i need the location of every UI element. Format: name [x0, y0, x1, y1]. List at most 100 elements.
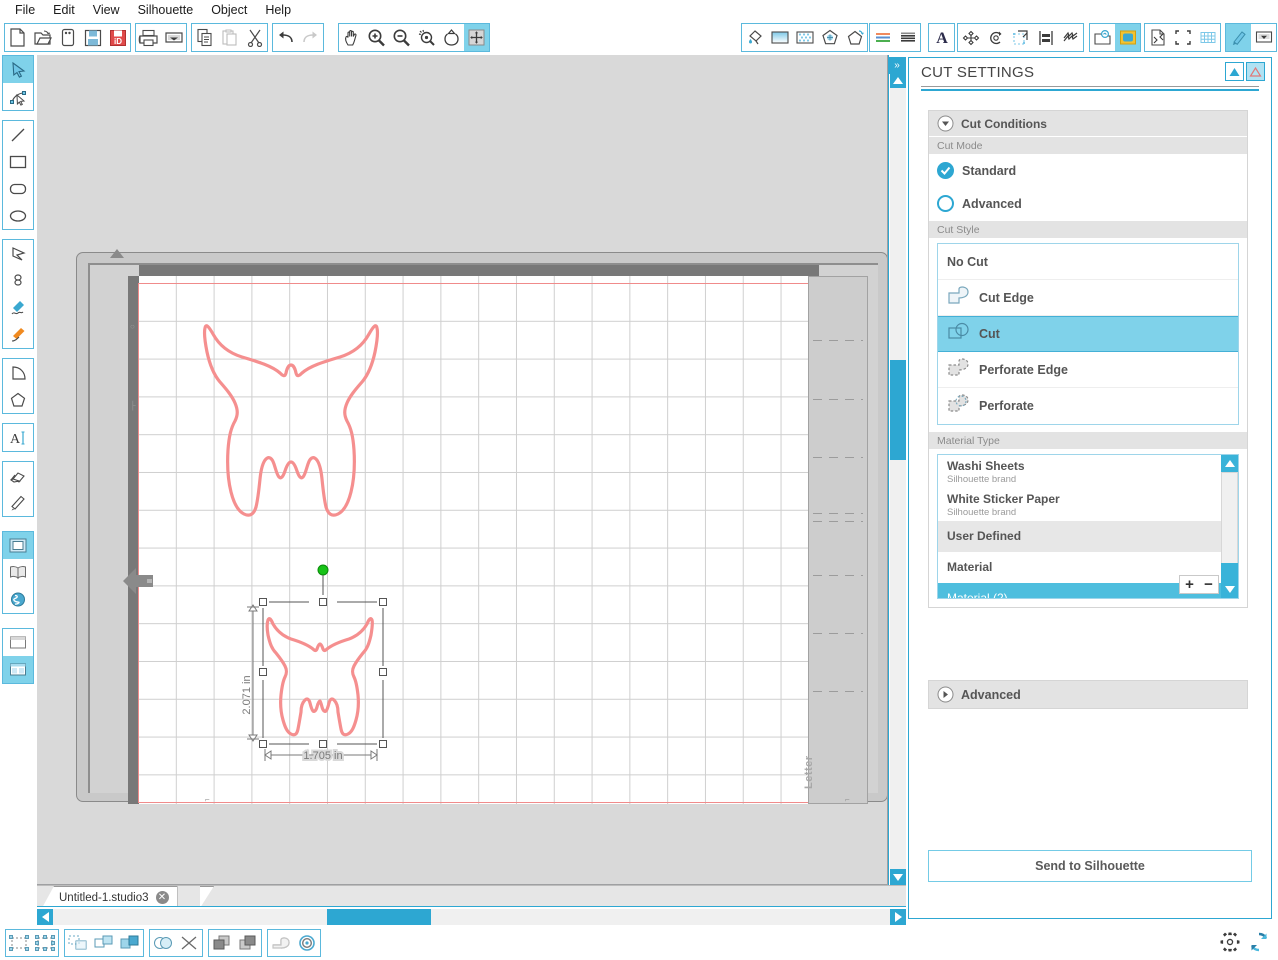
add-material-button[interactable]: + [1180, 576, 1199, 593]
polygon-icon[interactable] [3, 240, 33, 267]
document-tab[interactable]: Untitled-1.studio3 ✕ [42, 886, 178, 908]
replicate-icon[interactable] [1058, 24, 1083, 51]
single-view-icon[interactable] [3, 629, 33, 656]
offset-icon[interactable] [268, 930, 294, 956]
vscroll-thumb[interactable] [890, 360, 906, 460]
rectangle-icon[interactable] [3, 148, 33, 175]
eraser-icon[interactable] [3, 462, 33, 489]
cut-style-cut-edge[interactable]: Cut Edge [938, 280, 1238, 316]
gear-icon[interactable] [1219, 931, 1241, 958]
menu-item-object[interactable]: Object [202, 1, 256, 19]
advanced-section-header[interactable]: Advanced [928, 680, 1248, 709]
material-item-user-defined[interactable]: User Defined [938, 521, 1221, 552]
line-color-icon[interactable] [817, 24, 842, 51]
edit-points-icon[interactable] [3, 83, 33, 110]
hscroll-right-arrow[interactable] [890, 909, 906, 925]
pan-hand-icon[interactable] [339, 24, 364, 51]
curve-icon[interactable] [3, 267, 33, 294]
line-icon[interactable] [3, 121, 33, 148]
cut-style-cut[interactable]: Cut [938, 316, 1238, 352]
group-icon[interactable] [6, 930, 32, 956]
material-scroll-down-arrow[interactable] [1221, 581, 1238, 598]
text-style-icon[interactable]: A [929, 24, 954, 51]
hscroll-track[interactable] [53, 909, 890, 925]
print-icon[interactable] [136, 24, 161, 51]
grid-icon[interactable] [1195, 24, 1220, 51]
library-book-icon[interactable] [3, 559, 33, 586]
weld-icon[interactable] [150, 930, 176, 956]
ellipse-icon[interactable] [3, 202, 33, 229]
fit-to-page-icon[interactable] [439, 24, 464, 51]
make-compound-path-icon[interactable] [65, 930, 91, 956]
material-scroll-thumb[interactable] [1221, 472, 1238, 564]
new-document-icon[interactable] [5, 24, 30, 51]
send-panel-icon[interactable] [1251, 24, 1276, 51]
knife-icon[interactable] [3, 489, 33, 516]
close-icon[interactable]: ✕ [156, 891, 169, 904]
design-canvas[interactable]: ○ ├ Letter ⌐ ⌐ [37, 55, 888, 885]
undo-icon[interactable] [273, 24, 298, 51]
cut-settings-icon[interactable] [1226, 24, 1251, 51]
scale-icon[interactable] [1008, 24, 1033, 51]
material-list-scrollbar[interactable] [1221, 455, 1238, 598]
store-globe-icon[interactable] [3, 586, 33, 613]
open-folder-icon[interactable] [30, 24, 55, 51]
save-to-library-icon[interactable]: iD [105, 24, 130, 51]
filled-triangle-icon[interactable] [1225, 62, 1244, 81]
material-item-washi-sheets[interactable]: Washi Sheets Silhouette brand [938, 455, 1221, 488]
crop-icon[interactable] [176, 930, 202, 956]
cut-mode-advanced[interactable]: Advanced [929, 187, 1247, 220]
sketch-pens-icon[interactable] [870, 24, 895, 51]
canvas-vertical-scrollbar[interactable] [888, 55, 906, 885]
menu-item-help[interactable]: Help [256, 1, 300, 19]
save-icon[interactable] [80, 24, 105, 51]
cut-conditions-header[interactable]: Cut Conditions [929, 111, 1247, 136]
send-to-silhouette-button[interactable]: Send to Silhouette [928, 850, 1252, 882]
store-icon[interactable] [1115, 24, 1140, 51]
split-view-icon[interactable] [3, 656, 33, 683]
cut-style-perforate[interactable]: Perforate [938, 388, 1238, 424]
merge-icon[interactable] [117, 930, 143, 956]
rounded-rectangle-icon[interactable] [3, 175, 33, 202]
menu-item-edit[interactable]: Edit [44, 1, 84, 19]
send-to-silhouette-icon[interactable] [161, 24, 186, 51]
zoom-out-icon[interactable] [389, 24, 414, 51]
gradient-fill-icon[interactable] [767, 24, 792, 51]
arc-icon[interactable] [3, 359, 33, 386]
design-page-icon[interactable] [3, 532, 33, 559]
internal-offset-icon[interactable] [294, 930, 320, 956]
paste-icon[interactable] [217, 24, 242, 51]
rotate-icon[interactable] [983, 24, 1008, 51]
zoom-selection-icon[interactable] [414, 24, 439, 51]
hscroll-left-arrow[interactable] [37, 909, 53, 925]
canvas-horizontal-scrollbar[interactable] [37, 906, 906, 926]
pattern-fill-icon[interactable] [792, 24, 817, 51]
bring-to-front-icon[interactable] [209, 930, 235, 956]
smooth-freehand-icon[interactable] [3, 321, 33, 348]
menu-item-view[interactable]: View [84, 1, 129, 19]
open-recent-icon[interactable] [55, 24, 80, 51]
release-compound-path-icon[interactable] [91, 930, 117, 956]
line-style-icon[interactable] [842, 24, 867, 51]
text-tool-icon[interactable]: A [3, 424, 33, 451]
send-to-back-icon[interactable] [235, 930, 261, 956]
align-icon[interactable] [1033, 24, 1058, 51]
menu-item-file[interactable]: File [6, 1, 44, 19]
panel-collapse-button[interactable]: » [888, 57, 906, 74]
hscroll-thumb[interactable] [327, 909, 431, 925]
material-type-list[interactable]: Washi Sheets Silhouette brand White Stic… [937, 454, 1239, 599]
regular-polygon-icon[interactable] [3, 386, 33, 413]
remove-material-button[interactable]: − [1199, 576, 1218, 593]
fill-color-icon[interactable] [742, 24, 767, 51]
select-arrow-icon[interactable] [3, 56, 33, 83]
cut-style-perforate-edge[interactable]: Perforate Edge [938, 352, 1238, 388]
mat-collapse-arrow[interactable] [121, 560, 155, 602]
material-item-white-sticker-paper[interactable]: White Sticker Paper Silhouette brand [938, 488, 1221, 521]
ungroup-icon[interactable] [32, 930, 58, 956]
copy-icon[interactable] [192, 24, 217, 51]
outline-triangle-icon[interactable] [1246, 62, 1265, 81]
vscroll-track[interactable] [890, 71, 906, 869]
redo-icon[interactable] [298, 24, 323, 51]
sync-icon[interactable] [1248, 931, 1270, 958]
print-and-cut-icon[interactable] [895, 24, 920, 51]
